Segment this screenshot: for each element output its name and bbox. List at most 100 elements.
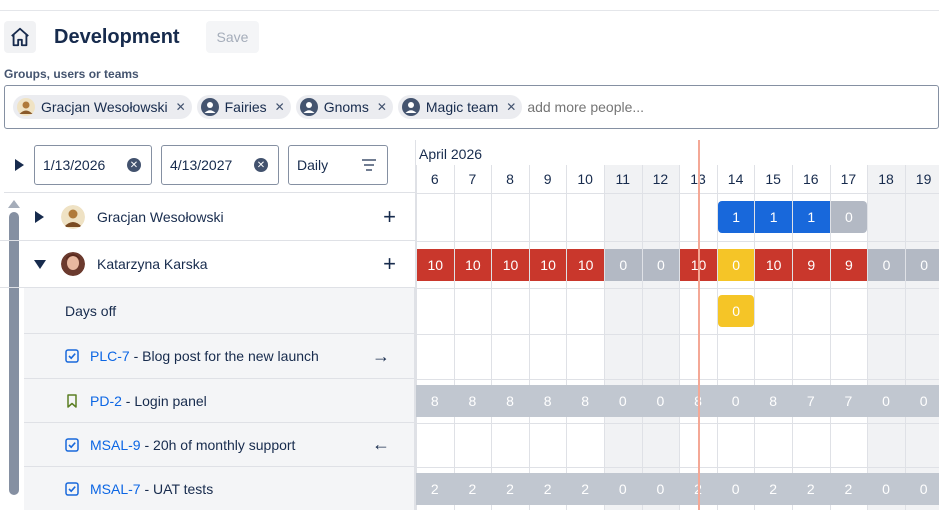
task-key[interactable]: MSAL-9 (90, 437, 141, 453)
allocation-cell[interactable]: 0 (604, 473, 642, 505)
allocation-cell[interactable]: 0 (642, 249, 680, 281)
people-chip[interactable]: Magic team ✕ (397, 95, 523, 119)
allocation-cell[interactable]: 2 (416, 473, 454, 505)
allocation-cell[interactable]: 0 (641, 473, 680, 505)
menu-lines-icon (362, 159, 376, 171)
remove-chip-icon[interactable]: ✕ (506, 100, 516, 114)
allocation-cell[interactable]: 2 (754, 473, 792, 505)
allocation-cell[interactable]: 10 (454, 249, 492, 281)
granularity-select[interactable]: Daily (288, 145, 388, 185)
user-row[interactable]: Gracjan Wesołowski + (0, 193, 415, 241)
task-row[interactable]: PLC-7 - Blog post for the new launch → (24, 334, 415, 379)
people-picker[interactable]: Gracjan Wesołowski ✕ Fairies ✕ Gnoms ✕ M… (4, 85, 939, 129)
allocation-cell[interactable]: 2 (491, 473, 529, 505)
allocation-cell[interactable]: 9 (830, 249, 868, 281)
allocation-cell[interactable]: 0 (605, 249, 642, 281)
row-divider (416, 288, 939, 289)
allocation-cell[interactable]: 10 (529, 249, 567, 281)
task-key[interactable]: PLC-7 (90, 348, 130, 364)
chip-label: Gnoms (323, 99, 369, 115)
task-key[interactable]: MSAL-7 (90, 481, 141, 497)
add-task-icon[interactable]: + (383, 251, 396, 277)
task-key[interactable]: PD-2 (90, 393, 122, 409)
allocation-cell[interactable]: 0 (717, 249, 755, 281)
allocation-cell[interactable]: 10 (755, 249, 792, 281)
expand-all-icon[interactable] (15, 159, 24, 171)
arrow-left-icon[interactable]: ← (372, 434, 390, 455)
allocation-cell[interactable]: 0 (716, 473, 755, 505)
allocation-cell[interactable]: 2 (528, 473, 567, 505)
task-row[interactable]: MSAL-7 - UAT tests (24, 467, 415, 510)
task-text[interactable]: MSAL-7 - UAT tests (90, 481, 213, 497)
allocation-cell[interactable]: 0 (604, 385, 642, 417)
allocation-cell[interactable]: 0 (830, 201, 868, 233)
day-number: 9 (543, 171, 552, 187)
add-people-input[interactable] (527, 99, 728, 115)
remove-chip-icon[interactable]: ✕ (275, 100, 285, 114)
home-button[interactable] (4, 21, 36, 53)
allocation-cell[interactable]: 0 (716, 385, 755, 417)
remove-chip-icon[interactable]: ✕ (176, 100, 186, 114)
task-text[interactable]: PLC-7 - Blog post for the new launch (90, 348, 319, 364)
allocation-cell[interactable]: 0 (904, 473, 939, 505)
days-off-row[interactable]: Days off (24, 288, 415, 334)
allocation-cell[interactable]: 2 (566, 473, 604, 505)
start-date-value: 1/13/2026 (43, 157, 106, 173)
allocation-cell[interactable]: 9 (793, 249, 830, 281)
arrow-right-icon[interactable]: → (372, 346, 390, 367)
remove-chip-icon[interactable]: ✕ (377, 100, 387, 114)
user-name: Gracjan Wesołowski (97, 208, 224, 225)
people-chip[interactable]: Gnoms ✕ (295, 95, 393, 119)
allocation-cell[interactable]: 8 (528, 385, 567, 417)
page-title: Development (54, 26, 180, 48)
allocation-cell[interactable]: 1 (755, 201, 792, 233)
allocation-cell[interactable]: 0 (904, 385, 939, 417)
day-column (566, 165, 604, 510)
allocation-cell[interactable]: 0 (905, 249, 939, 281)
allocation-cell[interactable]: 8 (453, 385, 492, 417)
task-text[interactable]: PD-2 - Login panel (90, 393, 207, 409)
checkbox-icon (65, 349, 79, 363)
allocation-cell[interactable]: 0 (868, 249, 905, 281)
month-label: April 2026 (419, 146, 483, 162)
allocation-cell[interactable]: 1 (793, 201, 830, 233)
people-chip[interactable]: Gracjan Wesołowski ✕ (13, 95, 192, 119)
allocation-cell[interactable]: 0 (867, 385, 905, 417)
person-icon (200, 98, 219, 116)
allocation-cell[interactable]: 8 (754, 385, 792, 417)
allocation-cell[interactable]: 2 (453, 473, 492, 505)
people-chip[interactable]: Fairies ✕ (196, 95, 291, 119)
task-row[interactable]: PD-2 - Login panel (24, 379, 415, 423)
day-number: 15 (765, 171, 781, 187)
allocation-cell[interactable]: 10 (567, 249, 604, 281)
allocation-cell[interactable]: 0 (867, 473, 905, 505)
expand-caret-icon[interactable] (35, 211, 44, 223)
row-divider (416, 423, 939, 424)
allocation-cell[interactable]: 7 (829, 385, 868, 417)
allocation-cell[interactable]: 8 (491, 385, 529, 417)
allocation-cell[interactable]: 0 (717, 295, 755, 327)
allocation-cell[interactable]: 2 (792, 473, 830, 505)
save-button[interactable]: Save (206, 21, 259, 53)
task-text[interactable]: MSAL-9 - 20h of monthly support (90, 437, 295, 453)
add-task-icon[interactable]: + (383, 204, 396, 230)
allocation-cell[interactable]: 7 (792, 385, 830, 417)
allocation-cell[interactable]: 0 (641, 385, 680, 417)
task-row[interactable]: MSAL-9 - 20h of monthly support ← (24, 423, 415, 467)
allocation-cell[interactable]: 1 (717, 201, 755, 233)
timeline-grid[interactable]: April 2026 67891011121314151617181911101… (415, 140, 939, 510)
allocation-cell[interactable]: 10 (417, 249, 454, 281)
top-divider (0, 10, 939, 11)
user-row[interactable]: Katarzyna Karska + (0, 241, 415, 288)
end-date-field[interactable]: 4/13/2027 ✕ (161, 145, 279, 185)
clear-end-date-icon[interactable]: ✕ (254, 158, 268, 172)
allocation-cell[interactable]: 10 (492, 249, 529, 281)
clear-start-date-icon[interactable]: ✕ (127, 158, 141, 172)
allocation-cell[interactable]: 2 (829, 473, 868, 505)
task-title: Blog post for the new launch (142, 348, 319, 364)
allocation-cell[interactable]: 8 (416, 385, 454, 417)
allocation-cell[interactable]: 8 (566, 385, 604, 417)
collapse-caret-icon[interactable] (34, 260, 46, 269)
start-date-field[interactable]: 1/13/2026 ✕ (34, 145, 152, 185)
day-column (604, 165, 642, 510)
